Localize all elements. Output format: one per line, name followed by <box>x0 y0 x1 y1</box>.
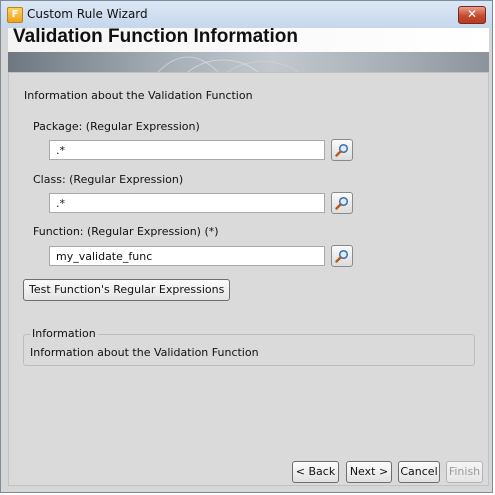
banner-decoration <box>8 52 489 72</box>
magnifier-icon <box>335 249 349 263</box>
close-button[interactable]: ✕ <box>458 6 486 24</box>
package-input[interactable] <box>49 140 325 160</box>
wizard-banner: Validation Function Information <box>8 26 489 72</box>
function-browse-button[interactable] <box>331 245 353 267</box>
class-label: Class: (Regular Expression) <box>33 173 184 186</box>
package-browse-button[interactable] <box>331 139 353 161</box>
information-group: Information Information about the Valida… <box>23 327 475 366</box>
class-input[interactable] <box>49 193 325 213</box>
back-button[interactable]: < Back <box>292 461 339 483</box>
function-label: Function: (Regular Expression) (*) <box>33 225 219 238</box>
package-label: Package: (Regular Expression) <box>33 120 200 133</box>
information-text: Information about the Validation Functio… <box>30 346 259 359</box>
title-bar[interactable]: F Custom Rule Wizard ✕ <box>1 1 492 28</box>
function-input[interactable] <box>49 246 325 266</box>
magnifier-icon <box>335 143 349 157</box>
wizard-window: F Custom Rule Wizard ✕ Validation Functi… <box>0 0 493 493</box>
banner-swirl-graphic <box>157 56 299 72</box>
test-regex-button[interactable]: Test Function's Regular Expressions <box>23 279 231 301</box>
page-title: Validation Function Information <box>13 26 298 47</box>
wizard-content: Information about the Validation Functio… <box>8 72 489 486</box>
cancel-button[interactable]: Cancel <box>398 461 440 483</box>
magnifier-icon <box>335 196 349 210</box>
next-button[interactable]: Next > <box>346 461 392 483</box>
app-icon: F <box>7 7 23 23</box>
section-heading: Information about the Validation Functio… <box>24 89 253 102</box>
class-browse-button[interactable] <box>331 192 353 214</box>
window-title: Custom Rule Wizard <box>27 7 148 21</box>
finish-button: Finish <box>446 461 483 483</box>
information-group-title: Information <box>30 327 98 340</box>
